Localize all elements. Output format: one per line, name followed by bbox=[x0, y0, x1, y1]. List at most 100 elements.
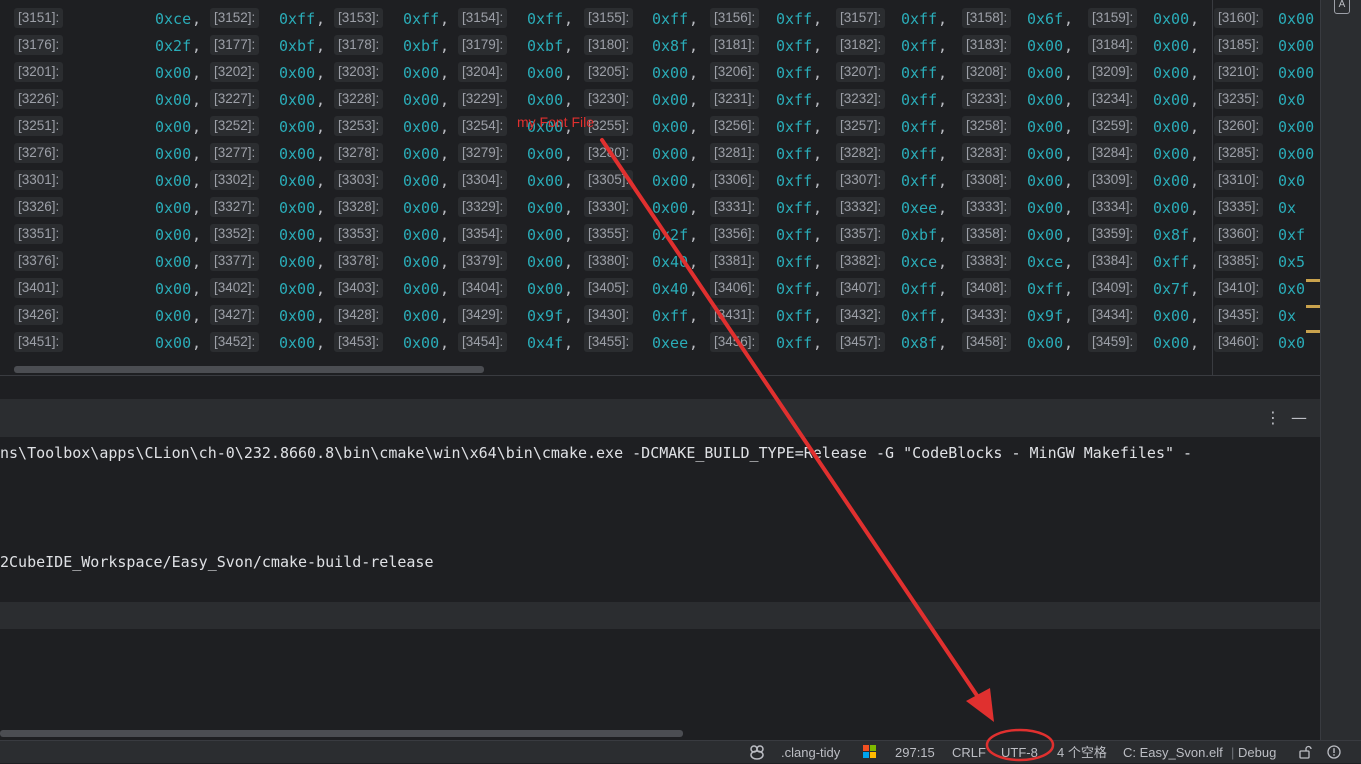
hex-value[interactable]: 0x00 bbox=[279, 144, 315, 164]
hex-value[interactable]: 0x00 bbox=[155, 279, 191, 299]
hex-value[interactable]: 0xff bbox=[901, 63, 937, 83]
hex-value[interactable]: 0x00 bbox=[527, 252, 563, 272]
hex-value[interactable]: 0x00 bbox=[1027, 117, 1063, 137]
hex-value[interactable]: 0x2f bbox=[155, 36, 191, 56]
more-options-icon[interactable]: ⋮ bbox=[1264, 407, 1282, 429]
hex-value[interactable]: 0x00 bbox=[1027, 333, 1063, 353]
hex-value[interactable]: 0x0 bbox=[1278, 333, 1305, 353]
hex-value[interactable]: 0x00 bbox=[403, 306, 439, 326]
hex-value[interactable]: 0x00 bbox=[527, 63, 563, 83]
hex-value[interactable]: 0xff bbox=[776, 90, 812, 110]
hex-value[interactable]: 0xbf bbox=[527, 36, 563, 56]
hex-value[interactable]: 0xff bbox=[527, 9, 563, 29]
hex-value[interactable]: 0x00 bbox=[652, 90, 688, 110]
hex-value[interactable]: 0x00 bbox=[155, 144, 191, 164]
hex-value[interactable]: 0xff bbox=[1027, 279, 1063, 299]
hex-value[interactable]: 0x00 bbox=[1153, 333, 1189, 353]
notifications-icon[interactable] bbox=[1327, 745, 1341, 763]
hex-value[interactable]: 0x00 bbox=[527, 279, 563, 299]
build-config[interactable]: Debug bbox=[1238, 744, 1276, 761]
hex-value[interactable]: 0x0 bbox=[1278, 279, 1305, 299]
hex-value[interactable]: 0xff bbox=[776, 252, 812, 272]
minimize-icon[interactable]: — bbox=[1290, 407, 1308, 429]
hex-value[interactable]: 0x00 bbox=[1153, 117, 1189, 137]
hex-value[interactable]: 0x00 bbox=[1027, 36, 1063, 56]
hex-value[interactable]: 0xff bbox=[901, 9, 937, 29]
hex-value[interactable]: 0x00 bbox=[279, 225, 315, 245]
hex-value[interactable]: 0xce bbox=[155, 9, 191, 29]
hex-value[interactable]: 0xbf bbox=[403, 36, 439, 56]
face-icon[interactable] bbox=[749, 744, 765, 764]
hex-value[interactable]: 0xff bbox=[776, 36, 812, 56]
hex-value[interactable]: 0xff bbox=[652, 9, 688, 29]
hex-value[interactable]: 0x40 bbox=[652, 252, 688, 272]
hex-value[interactable]: 0x00 bbox=[1153, 171, 1189, 191]
hex-value[interactable]: 0x00 bbox=[1278, 144, 1314, 164]
hex-value[interactable]: 0xff bbox=[279, 9, 315, 29]
hex-value[interactable]: 0x00 bbox=[403, 225, 439, 245]
hex-value[interactable]: 0x00 bbox=[1027, 63, 1063, 83]
hex-value[interactable]: 0x00 bbox=[403, 279, 439, 299]
clang-tidy-widget[interactable]: .clang-tidy bbox=[781, 744, 840, 761]
line-separator[interactable]: CRLF bbox=[952, 744, 986, 761]
hex-value[interactable]: 0x9f bbox=[1027, 306, 1063, 326]
hex-value[interactable]: 0x7f bbox=[1153, 279, 1189, 299]
hex-value[interactable]: 0x00 bbox=[1278, 63, 1314, 83]
hex-value[interactable]: 0x00 bbox=[1027, 171, 1063, 191]
hex-value[interactable]: 0xff bbox=[776, 63, 812, 83]
hex-value[interactable]: 0xbf bbox=[279, 36, 315, 56]
lock-icon[interactable] bbox=[1298, 745, 1312, 763]
hex-value[interactable]: 0x00 bbox=[1153, 198, 1189, 218]
console-horizontal-scrollbar[interactable] bbox=[0, 730, 683, 737]
hex-value[interactable]: 0xbf bbox=[901, 225, 937, 245]
hex-value[interactable]: 0x00 bbox=[279, 333, 315, 353]
hex-value[interactable]: 0xff bbox=[776, 9, 812, 29]
hex-value[interactable]: 0x00 bbox=[652, 198, 688, 218]
hex-value[interactable]: 0x00 bbox=[279, 90, 315, 110]
hex-value[interactable]: 0xff bbox=[776, 117, 812, 137]
hex-value[interactable]: 0x00 bbox=[279, 279, 315, 299]
hex-value[interactable]: 0x00 bbox=[279, 306, 315, 326]
hex-value[interactable]: 0xff bbox=[901, 279, 937, 299]
hex-value[interactable]: 0xff bbox=[1153, 252, 1189, 272]
run-context[interactable]: C: Easy_Svon.elf bbox=[1123, 744, 1223, 761]
hex-value[interactable]: 0x00 bbox=[527, 225, 563, 245]
hex-value[interactable]: 0xff bbox=[901, 171, 937, 191]
hex-value[interactable]: 0x00 bbox=[1153, 9, 1189, 29]
hex-value[interactable]: 0x00 bbox=[1278, 9, 1314, 29]
hex-value[interactable]: 0x40 bbox=[652, 279, 688, 299]
hex-value[interactable]: 0x00 bbox=[1278, 36, 1314, 56]
panel-splitter[interactable] bbox=[0, 375, 1320, 399]
hex-value[interactable]: 0xff bbox=[403, 9, 439, 29]
horizontal-scrollbar-thumb[interactable] bbox=[14, 366, 484, 373]
hex-value[interactable]: 0xff bbox=[776, 198, 812, 218]
indent-setting[interactable]: 4 个空格 bbox=[1057, 744, 1107, 761]
file-encoding[interactable]: UTF-8 bbox=[1001, 744, 1038, 761]
hex-value[interactable]: 0x00 bbox=[155, 90, 191, 110]
hex-value[interactable]: 0x00 bbox=[1027, 225, 1063, 245]
hex-value[interactable]: 0x8f bbox=[901, 333, 937, 353]
hex-value[interactable]: 0x00 bbox=[403, 117, 439, 137]
console-output[interactable]: ns\Toolbox\apps\CLion\ch-0\232.8660.8\bi… bbox=[0, 437, 1320, 740]
hex-value[interactable]: 0x00 bbox=[155, 225, 191, 245]
hex-value[interactable]: 0x00 bbox=[652, 171, 688, 191]
hex-value[interactable]: 0x00 bbox=[403, 63, 439, 83]
hex-value[interactable]: 0x5 bbox=[1278, 252, 1305, 272]
hex-value[interactable]: 0x00 bbox=[403, 333, 439, 353]
hex-value[interactable]: 0x00 bbox=[1153, 306, 1189, 326]
hex-value[interactable]: 0x00 bbox=[403, 90, 439, 110]
hex-value[interactable]: 0x00 bbox=[155, 198, 191, 218]
hex-value[interactable]: 0xff bbox=[652, 306, 688, 326]
hex-value[interactable]: 0x00 bbox=[279, 171, 315, 191]
hex-value[interactable]: 0x00 bbox=[1153, 63, 1189, 83]
hex-value[interactable]: 0x00 bbox=[403, 171, 439, 191]
hex-value[interactable]: 0x00 bbox=[652, 144, 688, 164]
hex-value[interactable]: 0x00 bbox=[1153, 36, 1189, 56]
hex-value[interactable]: 0x00 bbox=[403, 198, 439, 218]
hex-value[interactable]: 0x4f bbox=[527, 333, 563, 353]
windows-logo-icon[interactable] bbox=[863, 745, 877, 759]
ai-assistant-icon[interactable]: A bbox=[1334, 0, 1350, 14]
hex-value[interactable]: 0xff bbox=[776, 171, 812, 191]
caret-position[interactable]: 297:15 bbox=[895, 744, 935, 761]
hex-value[interactable]: 0xff bbox=[776, 279, 812, 299]
